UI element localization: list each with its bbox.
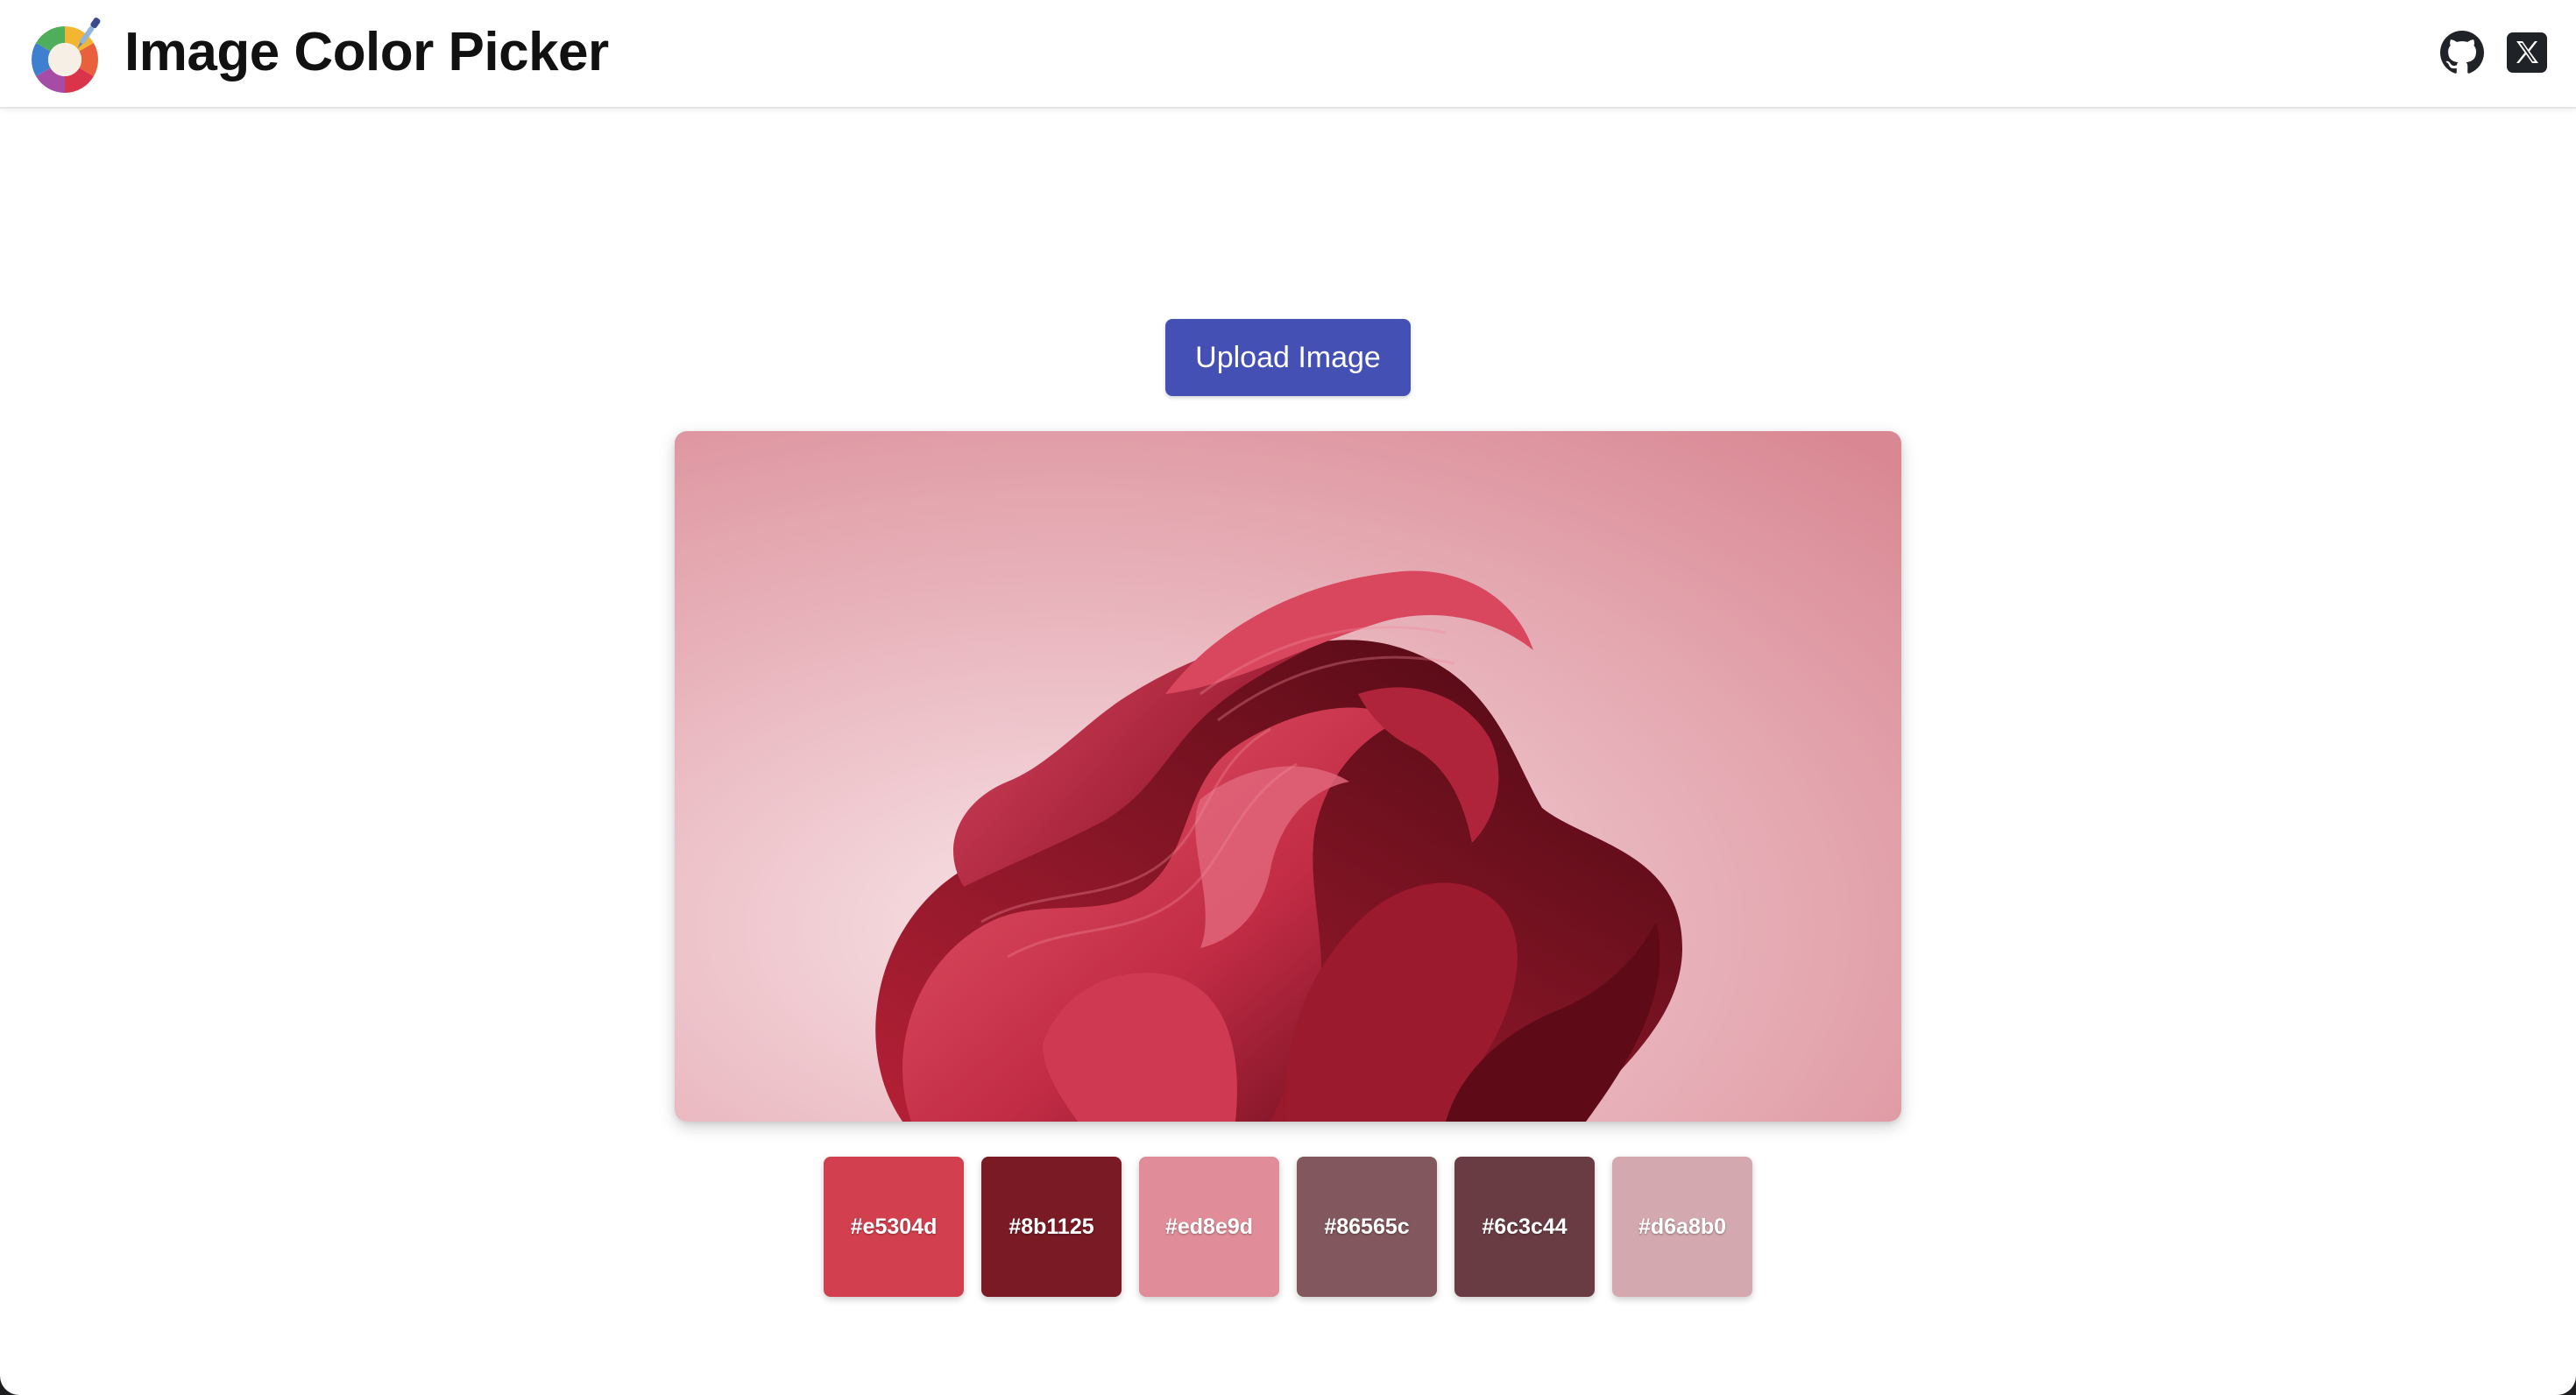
color-palette: #e5304d #8b1125 #ed8e9d #86565c #6c3c44 … — [824, 1157, 1752, 1297]
swatch-hex: #86565c — [1324, 1214, 1410, 1239]
x-twitter-icon[interactable] — [2504, 30, 2550, 75]
swatch-ed8e9d[interactable]: #ed8e9d — [1139, 1157, 1279, 1297]
swatch-e5304d[interactable]: #e5304d — [824, 1157, 964, 1297]
swatch-hex: #6c3c44 — [1482, 1214, 1568, 1239]
swatch-6c3c44[interactable]: #6c3c44 — [1454, 1157, 1595, 1297]
app-logo-icon — [28, 12, 112, 96]
top-header: Image Color Picker — [0, 0, 2576, 109]
app-window: Image Color Picker Upload Image #e5304d … — [0, 0, 2576, 1395]
app-title: Image Color Picker — [124, 22, 609, 82]
upload-image-button[interactable]: Upload Image — [1165, 319, 1411, 396]
swatch-hex: #d6a8b0 — [1638, 1214, 1727, 1239]
uploaded-image[interactable] — [675, 431, 1901, 1122]
swatch-86565c[interactable]: #86565c — [1297, 1157, 1437, 1297]
swatch-hex: #8b1125 — [1008, 1214, 1094, 1239]
swatch-d6a8b0[interactable]: #d6a8b0 — [1612, 1157, 1752, 1297]
github-icon[interactable] — [2439, 30, 2485, 75]
swatch-hex: #e5304d — [850, 1214, 938, 1239]
swatch-hex: #ed8e9d — [1164, 1214, 1254, 1239]
swatch-8b1125[interactable]: #8b1125 — [981, 1157, 1122, 1297]
